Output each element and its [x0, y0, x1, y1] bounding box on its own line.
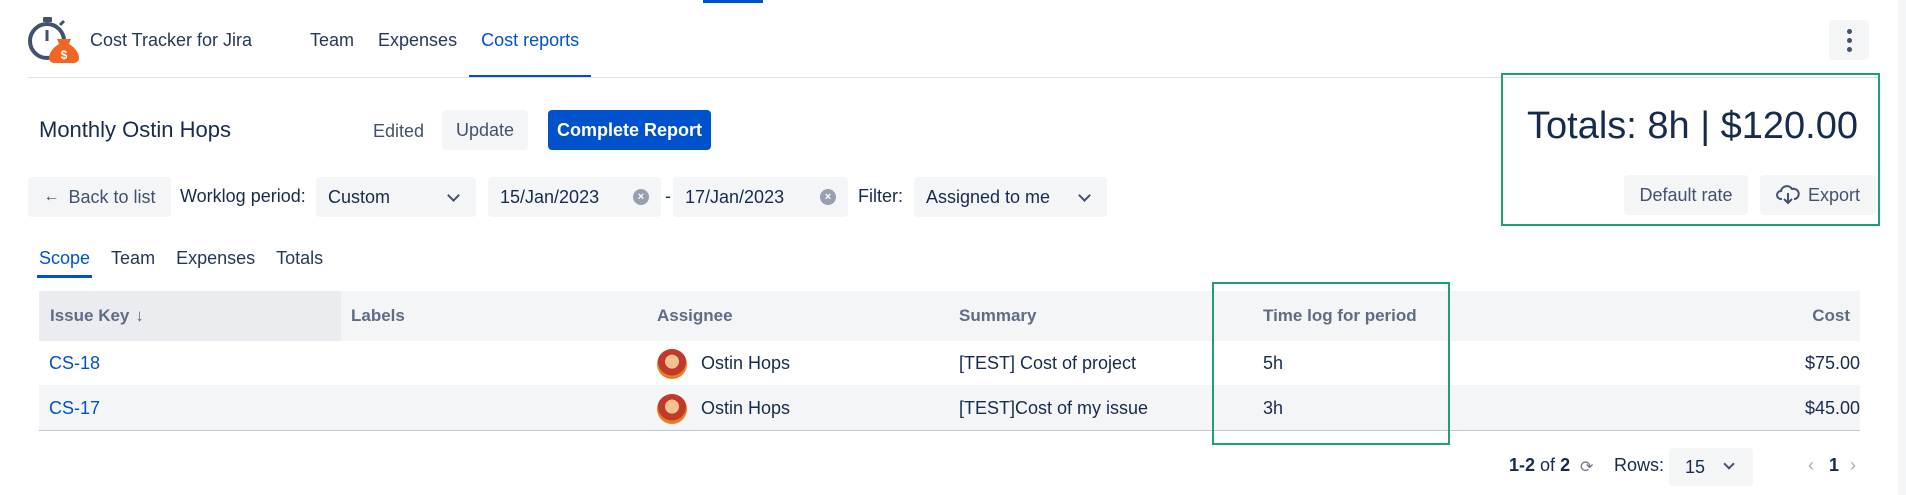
export-label: Export — [1807, 184, 1861, 205]
period-value: Custom — [328, 186, 391, 207]
export-button[interactable]: Export — [1760, 175, 1876, 215]
avatar — [657, 393, 687, 424]
clear-icon[interactable]: × — [633, 189, 649, 205]
issue-key-link[interactable]: CS-18 — [49, 341, 100, 386]
cost-cell: $75.00 — [1804, 353, 1860, 373]
clear-icon[interactable]: × — [820, 189, 836, 205]
top-nav: Team Expenses Cost reports — [298, 0, 592, 78]
cloud-download-icon — [1776, 185, 1800, 205]
end-date-value: 17/Jan/2023 — [685, 186, 785, 207]
summary-cell: [TEST] Cost of project — [959, 353, 1137, 373]
column-header-issue-key[interactable]: Issue Key ↓ — [39, 291, 341, 341]
nav-cost-reports[interactable]: Cost reports — [469, 0, 592, 78]
kebab-menu-icon[interactable] — [1829, 20, 1869, 60]
report-subtabs: Scope Team Expenses Totals — [36, 248, 323, 278]
scrollbar-track[interactable] — [1898, 0, 1906, 495]
pagination-range: 1-2 of 2 — [1509, 455, 1571, 475]
time-log-highlight-box — [1212, 282, 1450, 445]
assignee-cell: Ostin Hops — [657, 341, 790, 386]
app-header: $ Cost Tracker for Jira Team Expenses Co… — [0, 0, 1898, 78]
chevron-down-icon — [1078, 189, 1091, 202]
update-button[interactable]: Update — [442, 110, 528, 150]
assignee-cell: Ostin Hops — [657, 386, 790, 431]
rows-label: Rows: — [1614, 455, 1665, 475]
stopwatch-money-logo-icon: $ — [28, 17, 79, 63]
subtab-expenses[interactable]: Expenses — [176, 248, 255, 278]
end-date-field[interactable]: 17/Jan/2023 × — [673, 177, 848, 217]
back-label: Back to list — [68, 186, 156, 207]
avatar — [657, 348, 687, 379]
table-row: CS-17 Ostin Hops [TEST]Cost of my issue … — [39, 386, 1860, 431]
assignee-name: Ostin Hops — [701, 353, 791, 373]
report-title: Monthly Ostin Hops — [39, 117, 231, 142]
cost-cell: $45.00 — [1804, 398, 1860, 418]
sort-arrow-icon: ↓ — [135, 306, 144, 325]
rows-value: 15 — [1685, 456, 1706, 477]
date-separator: - — [665, 186, 671, 206]
column-header-labels[interactable]: Labels — [351, 291, 405, 341]
subtab-totals[interactable]: Totals — [276, 248, 323, 278]
refresh-icon[interactable]: ⟳ — [1580, 457, 1593, 477]
back-to-list-button[interactable]: ← Back to list — [28, 177, 171, 217]
worklog-period-label: Worklog period: — [180, 186, 306, 206]
totals-summary: Totals: 8h | $120.00 — [1527, 105, 1858, 147]
worklog-period-select[interactable]: Custom — [316, 177, 476, 217]
nav-team[interactable]: Team — [298, 0, 366, 78]
default-rate-button[interactable]: Default rate — [1624, 175, 1748, 215]
assignee-name: Ostin Hops — [701, 398, 791, 418]
filter-label: Filter: — [858, 186, 903, 206]
filter-value: Assigned to me — [926, 186, 1051, 207]
report-status: Edited — [373, 121, 425, 141]
table-header: Issue Key ↓ Labels Assignee Summary Time … — [39, 291, 1860, 341]
summary-cell: [TEST]Cost of my issue — [959, 398, 1149, 418]
table-row: CS-18 Ostin Hops [TEST] Cost of project … — [39, 341, 1860, 386]
filter-select[interactable]: Assigned to me — [914, 177, 1107, 217]
start-date-value: 15/Jan/2023 — [500, 186, 600, 207]
subtab-scope[interactable]: Scope — [36, 248, 93, 278]
column-header-summary[interactable]: Summary — [959, 291, 1036, 341]
chevron-right-icon[interactable]: › — [1850, 455, 1856, 476]
nav-expenses[interactable]: Expenses — [366, 0, 469, 78]
complete-report-button[interactable]: Complete Report — [548, 110, 711, 150]
current-page[interactable]: 1 — [1829, 455, 1839, 476]
subtab-team[interactable]: Team — [111, 248, 155, 278]
chevron-down-icon — [447, 189, 460, 202]
svg-text:$: $ — [61, 48, 68, 62]
chevron-down-icon — [1723, 458, 1735, 470]
start-date-field[interactable]: 15/Jan/2023 × — [488, 177, 661, 217]
issue-key-link[interactable]: CS-17 — [49, 386, 100, 431]
app-title: Cost Tracker for Jira — [90, 30, 253, 50]
column-header-assignee[interactable]: Assignee — [657, 291, 733, 341]
arrow-left-icon: ← — [43, 188, 60, 205]
issues-table: Issue Key ↓ Labels Assignee Summary Time … — [39, 291, 1860, 431]
totals-highlight-box: Totals: 8h | $120.00 Default rate Export — [1501, 73, 1880, 226]
rows-per-page-select[interactable]: 15 — [1669, 448, 1753, 486]
chevron-left-icon[interactable]: ‹ — [1808, 455, 1814, 476]
column-header-cost[interactable]: Cost — [1812, 291, 1850, 341]
